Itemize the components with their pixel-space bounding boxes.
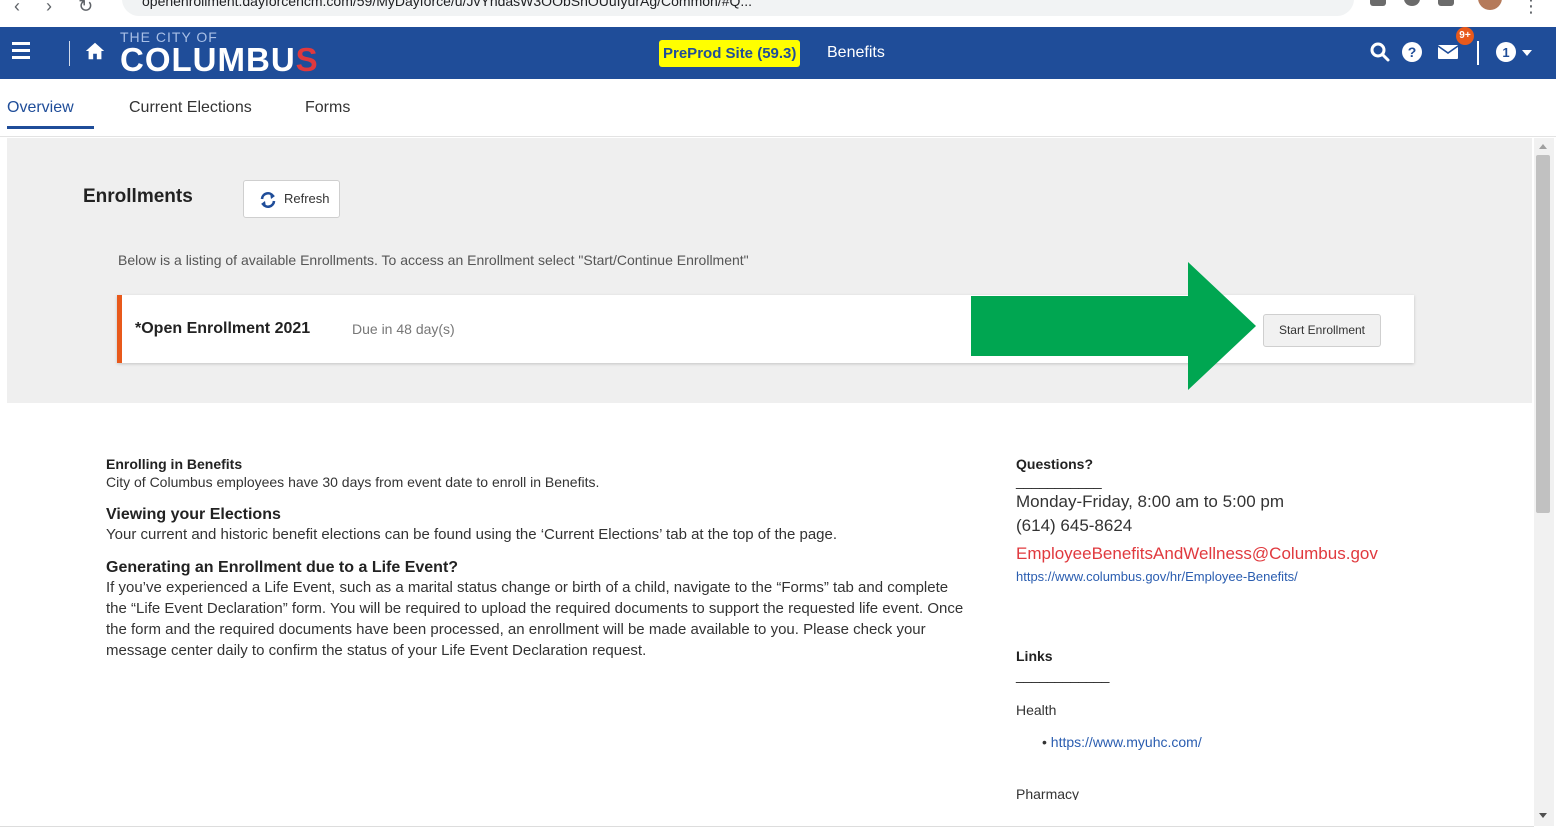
svg-text:1: 1 xyxy=(1502,45,1509,60)
back-icon[interactable]: ‹ xyxy=(14,0,20,17)
tab-current-elections[interactable]: Current Elections xyxy=(129,99,252,117)
help-icon[interactable]: ? xyxy=(1400,40,1424,64)
address-bar[interactable]: openenrollment.dayforcehcm.com/59/MyDayf… xyxy=(122,0,1354,16)
tab-overview[interactable]: Overview xyxy=(7,99,74,117)
scroll-up-icon[interactable] xyxy=(1538,142,1548,152)
links-underline: ____________ xyxy=(1016,667,1110,683)
list-item: • https://www.myuhc.com/ xyxy=(1042,734,1516,752)
benefits-website-link[interactable]: https://www.columbus.gov/hr/Employee-Ben… xyxy=(1016,566,1516,588)
browser-chrome: ‹ › ↻ openenrollment.dayforcehcm.com/59/… xyxy=(0,0,1556,27)
start-enrollment-button[interactable]: Start Enrollment xyxy=(1263,314,1381,347)
enrollments-panel xyxy=(7,138,1532,403)
office-hours: Monday-Friday, 8:00 am to 5:00 pm xyxy=(1016,492,1285,511)
enrollment-title: *Open Enrollment 2021 xyxy=(135,320,311,337)
address-text: openenrollment.dayforcehcm.com/59/MyDayf… xyxy=(142,0,753,9)
reload-icon[interactable]: ↻ xyxy=(78,0,93,17)
mail-count-badge: 9+ xyxy=(1456,27,1474,45)
search-icon[interactable] xyxy=(1368,40,1392,64)
forward-icon[interactable]: › xyxy=(46,0,52,17)
user-icon[interactable]: 1 xyxy=(1494,40,1518,64)
refresh-label: Refresh xyxy=(284,191,330,206)
life-event-text: If you’ve experienced a Life Event, such… xyxy=(106,579,964,659)
refresh-button[interactable]: Refresh xyxy=(243,180,340,218)
scroll-thumb[interactable] xyxy=(1536,155,1550,513)
pharmacy-label: Pharmacy xyxy=(1016,786,1080,800)
life-event-heading: Generating an Enrollment due to a Life E… xyxy=(106,559,459,576)
browser-menu-icon[interactable]: ⋮ xyxy=(1522,0,1540,17)
extension-icon[interactable] xyxy=(1370,0,1386,6)
questions-heading: Questions? xyxy=(1016,456,1094,472)
refresh-icon xyxy=(260,192,276,208)
environment-badge: PreProd Site (59.3) xyxy=(659,40,801,67)
mail-icon[interactable] xyxy=(1436,40,1460,64)
questions-underline: ___________ xyxy=(1016,473,1102,489)
chevron-down-icon[interactable] xyxy=(1522,50,1532,56)
contact-info: Questions? ___________ Monday-Friday, 8:… xyxy=(1016,456,1516,800)
email-link[interactable]: EmployeeBenefitsAndWellness@Columbus.gov xyxy=(1016,542,1516,566)
active-tab-indicator xyxy=(7,126,94,129)
benefits-info: Enrolling in Benefits City of Columbus e… xyxy=(106,456,966,661)
scroll-down-icon[interactable] xyxy=(1538,810,1548,820)
enrollments-heading: Enrollments xyxy=(83,186,193,207)
enrolling-heading: Enrolling in Benefits xyxy=(106,456,243,472)
page-bottom-divider xyxy=(0,826,1534,827)
tab-bar: Overview Current Elections Forms xyxy=(0,79,1556,137)
phone-number: (614) 645-8624 xyxy=(1016,516,1133,535)
hamburger-menu-icon[interactable] xyxy=(12,42,30,60)
logo-wordmark: COLUMBUS xyxy=(120,41,319,78)
health-link[interactable]: https://www.myuhc.com/ xyxy=(1051,734,1202,750)
home-icon[interactable] xyxy=(84,40,106,62)
tab-forms[interactable]: Forms xyxy=(305,99,350,117)
green-arrow-annotation xyxy=(971,262,1256,390)
bullet-icon: • xyxy=(1042,734,1051,750)
header-divider xyxy=(69,41,70,66)
city-logo[interactable]: THE CITY OF COLUMBUS xyxy=(120,29,335,78)
extensions-puzzle-icon[interactable] xyxy=(1438,0,1454,6)
health-label: Health xyxy=(1016,702,1057,718)
svg-text:?: ? xyxy=(1408,44,1417,60)
viewing-text: Your current and historic benefit electi… xyxy=(106,526,838,543)
extension-icon[interactable] xyxy=(1404,0,1420,6)
viewing-heading: Viewing your Elections xyxy=(106,506,281,523)
profile-avatar[interactable] xyxy=(1478,0,1502,10)
enrolling-text: City of Columbus employees have 30 days … xyxy=(106,474,600,490)
app-header: THE CITY OF COLUMBUS PreProd Site (59.3)… xyxy=(0,27,1556,79)
header-divider xyxy=(1477,41,1479,65)
page-title: Benefits xyxy=(827,44,885,61)
enrollment-due: Due in 48 day(s) xyxy=(352,321,455,337)
enrollments-intro: Below is a listing of available Enrollme… xyxy=(118,252,749,268)
links-heading: Links xyxy=(1016,648,1053,664)
